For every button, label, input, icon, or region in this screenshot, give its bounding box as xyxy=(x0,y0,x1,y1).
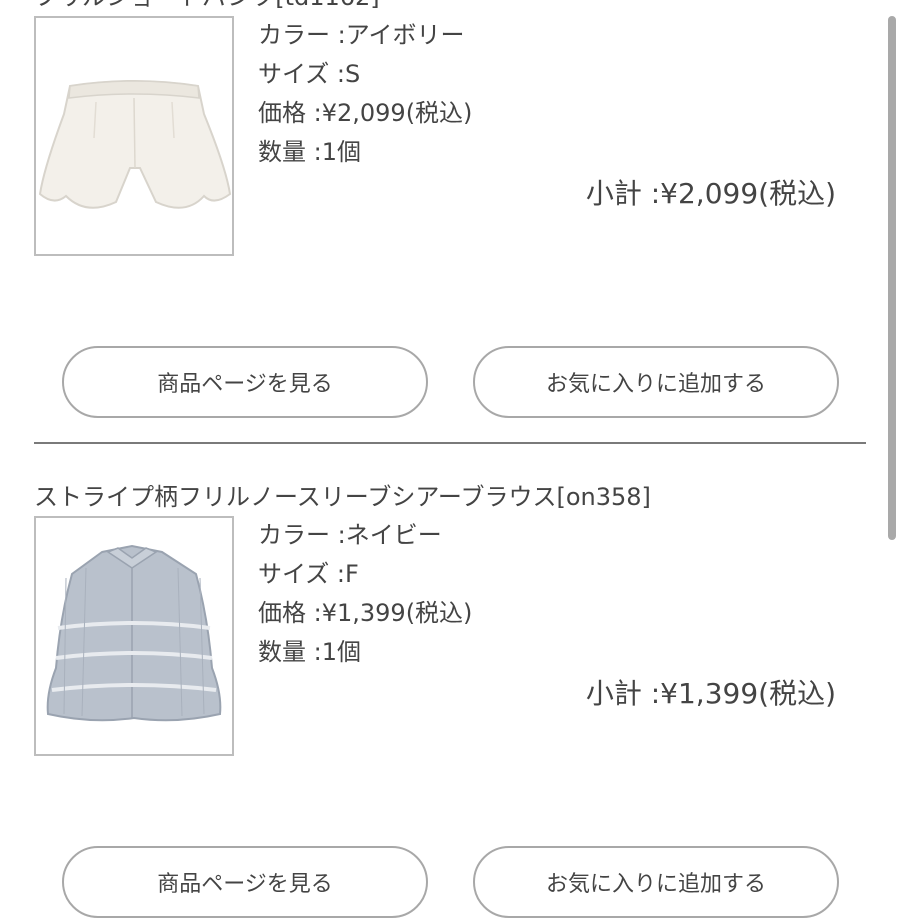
quantity-label: 数量 :1個 xyxy=(258,638,361,666)
product-image[interactable] xyxy=(34,16,234,256)
subtotal: 小計 :¥2,099(税込) xyxy=(585,177,836,210)
scrollbar-thumb[interactable] xyxy=(888,16,896,540)
view-product-button[interactable]: 商品ページを見る xyxy=(62,846,428,918)
item-divider xyxy=(34,442,866,444)
product-attributes: カラー :アイボリー サイズ :S 価格 :¥2,099(税込) 数量 :1個 xyxy=(258,16,472,172)
add-to-favorites-button[interactable]: お気に入りに追加する xyxy=(473,346,839,418)
price-label: 価格 :¥2,099(税込) xyxy=(258,99,473,127)
blouse-image-icon xyxy=(46,544,222,722)
shorts-image-icon xyxy=(38,80,232,209)
subtotal: 小計 :¥1,399(税込) xyxy=(585,677,836,710)
size-label: サイズ :S xyxy=(258,60,361,88)
quantity-label: 数量 :1個 xyxy=(258,138,361,166)
product-title[interactable]: ストライプ柄フリルノースリーブシアーブラウス[on358] xyxy=(34,482,651,512)
view-product-button[interactable]: 商品ページを見る xyxy=(62,346,428,418)
color-label: カラー :アイボリー xyxy=(258,21,465,49)
product-image[interactable] xyxy=(34,516,234,756)
product-title[interactable]: フリルショートパンツ[td1162] xyxy=(34,0,380,12)
product-attributes: カラー :ネイビー サイズ :F 価格 :¥1,399(税込) 数量 :1個 xyxy=(258,516,472,672)
size-label: サイズ :F xyxy=(258,560,359,588)
price-label: 価格 :¥1,399(税込) xyxy=(258,599,473,627)
add-to-favorites-button[interactable]: お気に入りに追加する xyxy=(473,846,839,918)
color-label: カラー :ネイビー xyxy=(258,521,442,549)
